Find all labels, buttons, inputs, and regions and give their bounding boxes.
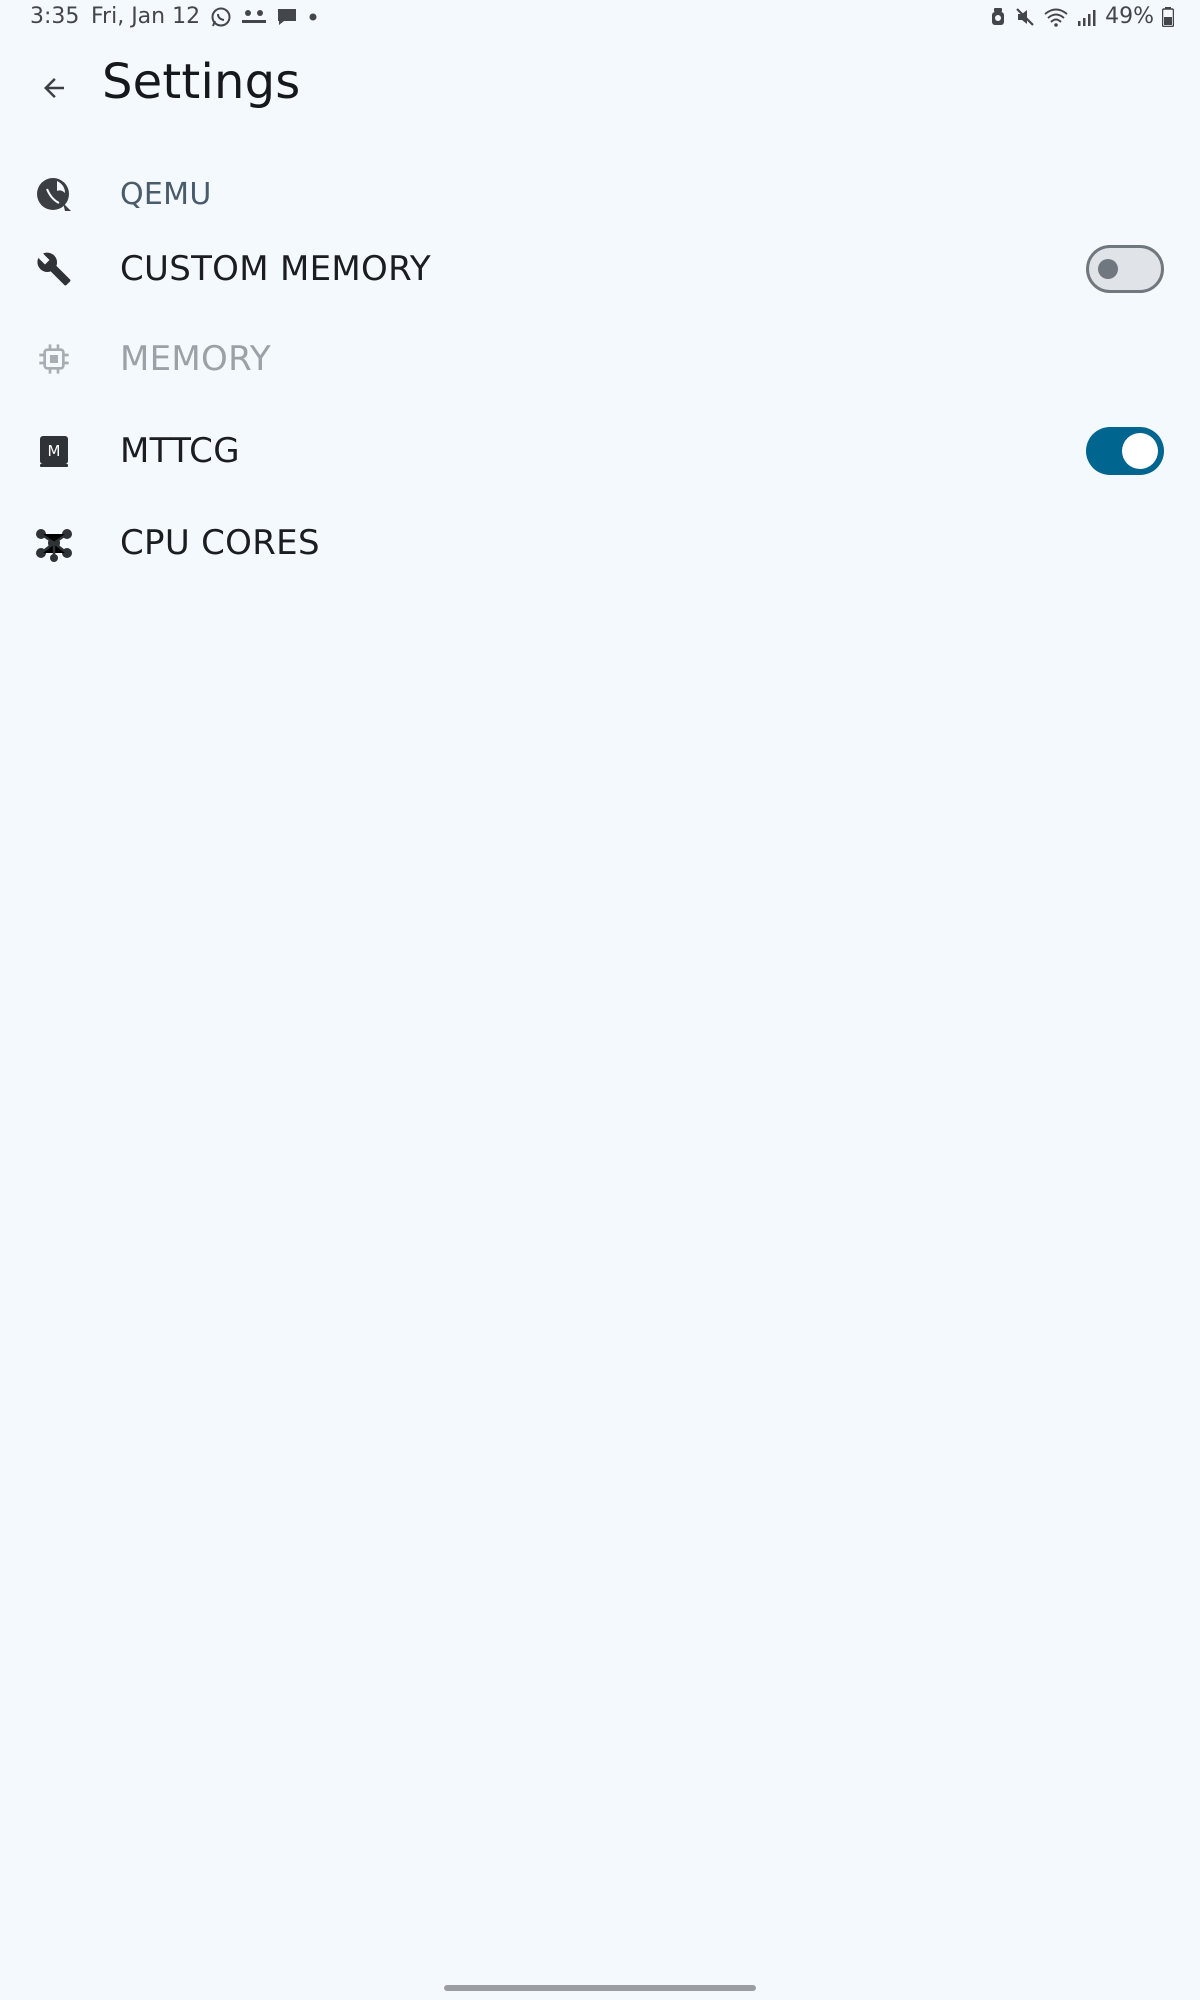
cores-hub-icon [34,523,74,563]
app-bar: Settings [0,50,1200,120]
gesture-nav-handle[interactable] [444,1985,756,1991]
mute-icon [1015,7,1035,27]
battery-icon [1162,6,1174,27]
status-time: 3:35 [30,4,80,29]
page-title: Settings [102,54,301,110]
section-header-qemu: QEMU [0,166,1200,222]
status-date: Fri, Jan 12 [91,4,201,29]
m-badge-icon: M [34,431,74,471]
system-icons: 49% [989,4,1174,29]
setting-cpu-cores[interactable]: CPU CORES [0,508,1200,578]
svg-text:M: M [48,442,61,460]
custom-memory-toggle[interactable] [1086,245,1164,293]
arrow-back-icon [39,73,69,103]
toggle-knob [1098,259,1118,279]
mttcg-toggle[interactable] [1086,427,1164,475]
more-dot-icon [308,12,318,22]
setting-custom-memory[interactable]: CUSTOM MEMORY [0,234,1200,304]
status-bar: 3:35 Fri, Jan 12 49% [0,0,1200,36]
signal-icon [1077,8,1097,26]
setting-label: CUSTOM MEMORY [120,249,431,289]
alarm-icon [989,7,1007,27]
wrench-icon [34,249,74,289]
setting-memory: MEMORY [0,324,1200,394]
setting-label: MTTCG [120,431,240,471]
setting-mttcg[interactable]: M MTTCG [0,416,1200,486]
chip-icon [34,339,74,379]
toggle-knob [1122,433,1158,469]
voicemail-icon [242,7,266,27]
setting-label: CPU CORES [120,523,320,563]
notification-icons [210,6,318,28]
whatsapp-icon [210,6,232,28]
qemu-logo-icon [34,174,74,214]
battery-percent: 49% [1105,4,1154,29]
section-header-label: QEMU [120,176,212,212]
back-button[interactable] [30,64,78,112]
wifi-icon [1043,7,1069,27]
setting-label: MEMORY [120,339,271,379]
message-icon [276,6,298,28]
